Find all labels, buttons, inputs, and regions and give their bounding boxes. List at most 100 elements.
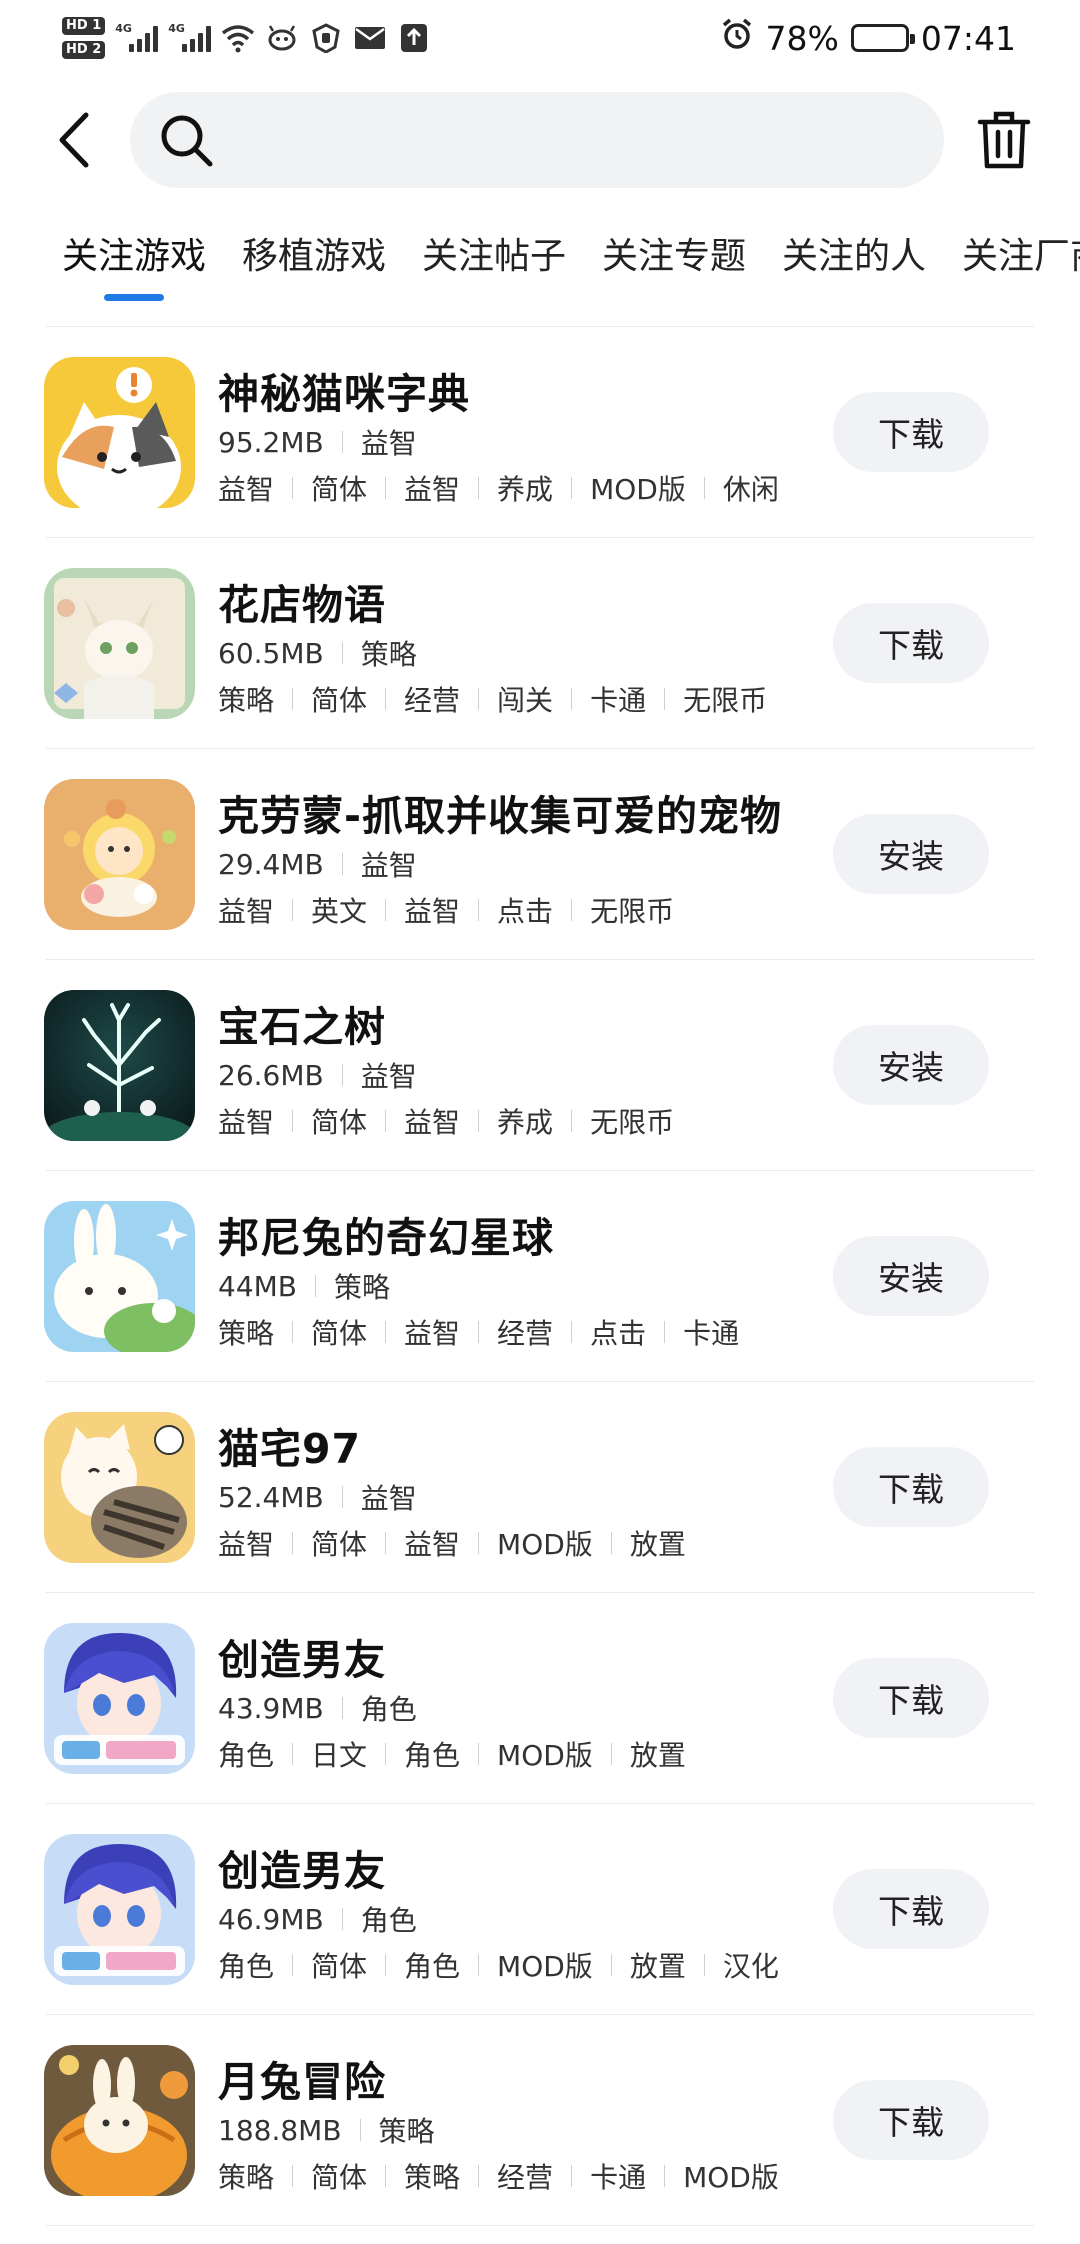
- game-row[interactable]: 花店物语 60.5MB 策略 策略 简体 经营 闯关 卡通 无限币 下载: [0, 537, 1080, 748]
- tag-separator: [385, 899, 387, 921]
- download-button[interactable]: 下载: [833, 1658, 989, 1738]
- shield-hand-icon: [309, 21, 343, 55]
- gem-tree-icon[interactable]: [44, 990, 195, 1141]
- download-button[interactable]: 下载: [833, 1447, 989, 1527]
- delete-button[interactable]: [972, 108, 1036, 172]
- flower-shop-icon[interactable]: [44, 568, 195, 719]
- game-tag: 简体: [311, 1950, 368, 1983]
- game-tag: 角色: [404, 1950, 461, 1983]
- tag-separator: [571, 1110, 573, 1132]
- game-tag: 益智: [404, 895, 461, 928]
- game-tag: 益智: [404, 1528, 461, 1561]
- game-tag: 策略: [218, 2161, 275, 2194]
- game-size: 43.9MB: [218, 1691, 324, 1725]
- game-tag: 放置: [629, 1528, 686, 1561]
- game-tag: 英文: [311, 895, 368, 928]
- create-boyfriend-icon[interactable]: [44, 1623, 195, 1774]
- game-tags: 策略 简体 策略 经营 卡通 MOD版: [218, 2156, 779, 2196]
- cat-dictionary-icon[interactable]: [44, 357, 195, 508]
- tab-followed-posts[interactable]: 关注帖子: [422, 226, 566, 296]
- download-button[interactable]: 下载: [833, 2080, 989, 2160]
- game-title[interactable]: 猫宅97: [218, 1415, 361, 1475]
- game-row[interactable]: 创造男友 46.9MB 角色 角色 简体 角色 MOD版 放置 汉化 下载: [0, 1803, 1080, 2014]
- tag-separator: [664, 688, 666, 710]
- search-icon: [161, 115, 213, 167]
- tag-separator: [703, 1954, 705, 1976]
- tag-separator: [385, 1110, 387, 1132]
- game-tag: MOD版: [683, 2161, 779, 2194]
- battery-percent: 78%: [765, 18, 839, 58]
- tag-separator: [478, 477, 480, 499]
- install-button[interactable]: 安装: [833, 1025, 989, 1105]
- tab-followed-people[interactable]: 关注的人: [782, 226, 926, 296]
- meta-separator: [341, 431, 343, 453]
- game-tag: 策略: [218, 1317, 275, 1350]
- tab-followed-games[interactable]: 关注游戏: [62, 226, 206, 296]
- tag-separator: [292, 477, 294, 499]
- game-row[interactable]: 邦尼兔的奇幻星球 44MB 策略 策略 简体 益智 经营 点击 卡通 安装: [0, 1170, 1080, 1381]
- game-title[interactable]: 花店物语: [218, 571, 386, 631]
- cat-house-icon[interactable]: [44, 1412, 195, 1563]
- tag-separator: [385, 477, 387, 499]
- meta-separator: [341, 1697, 343, 1719]
- tab-followed-vendors[interactable]: 关注厂商: [962, 226, 1080, 296]
- game-title[interactable]: 创造男友: [218, 1837, 386, 1897]
- game-title[interactable]: 宝石之树: [218, 993, 386, 1053]
- download-button[interactable]: 下载: [833, 392, 989, 472]
- game-title[interactable]: 克劳蒙-抓取并收集可爱的宠物: [218, 782, 782, 842]
- download-button[interactable]: 下载: [833, 603, 989, 683]
- game-tag: 卡通: [590, 2161, 647, 2194]
- game-category: 益智: [360, 427, 417, 460]
- game-category: 角色: [360, 1693, 417, 1726]
- game-size: 52.4MB: [218, 1480, 324, 1514]
- game-category: 益智: [360, 849, 417, 882]
- game-size: 60.5MB: [218, 636, 324, 670]
- game-tag: 汉化: [722, 1950, 779, 1983]
- game-tag: 点击: [497, 895, 554, 928]
- game-tag: 卡通: [590, 684, 647, 717]
- game-meta: 188.8MB 策略: [218, 2110, 435, 2150]
- tag-separator: [292, 1743, 294, 1765]
- game-title[interactable]: 邦尼兔的奇幻星球: [218, 1204, 554, 1264]
- game-tag: 角色: [218, 1950, 275, 1983]
- game-size: 44MB: [218, 1269, 297, 1303]
- game-row[interactable]: 创造男友 43.9MB 角色 角色 日文 角色 MOD版 放置 下载: [0, 1592, 1080, 1803]
- download-button[interactable]: 下载: [833, 1869, 989, 1949]
- tag-separator: [610, 1954, 612, 1976]
- game-row[interactable]: 宝石之树 26.6MB 益智 益智 简体 益智 养成 无限币 安装: [0, 959, 1080, 1170]
- tab-ported-games[interactable]: 移植游戏: [242, 226, 386, 296]
- header: [0, 88, 1080, 192]
- game-row[interactable]: 神秘猫咪字典 95.2MB 益智 益智 简体 益智 养成 MOD版 休闲 下载: [0, 326, 1080, 537]
- game-meta: 26.6MB 益智: [218, 1055, 417, 1095]
- install-button[interactable]: 安装: [833, 1236, 989, 1316]
- game-tag: 养成: [497, 1106, 554, 1139]
- game-title[interactable]: 创造男友: [218, 1626, 386, 1686]
- tag-separator: [571, 477, 573, 499]
- create-boyfriend-icon[interactable]: [44, 1834, 195, 1985]
- tag-separator: [385, 1954, 387, 1976]
- bunny-planet-icon[interactable]: [44, 1201, 195, 1352]
- game-tag: MOD版: [590, 473, 686, 506]
- game-row[interactable]: 克劳蒙-抓取并收集可爱的宠物 29.4MB 益智 益智 英文 益智 点击 无限币 安装: [0, 748, 1080, 959]
- install-button[interactable]: 安装: [833, 814, 989, 894]
- search-input[interactable]: [232, 92, 944, 188]
- game-title[interactable]: 月兔冒险: [218, 2048, 386, 2108]
- list-divider: [46, 2225, 1034, 2226]
- game-tags: 益智 简体 益智 MOD版 放置: [218, 1523, 686, 1563]
- game-row[interactable]: 月兔冒险 188.8MB 策略 策略 简体 策略 经营 卡通 MOD版 下载: [0, 2014, 1080, 2225]
- game-row[interactable]: 猫宅97 52.4MB 益智 益智 简体 益智 MOD版 放置 下载: [0, 1381, 1080, 1592]
- tab-followed-topics[interactable]: 关注专题: [602, 226, 746, 296]
- game-tag: 益智: [218, 473, 275, 506]
- mail-icon: [353, 21, 387, 55]
- moon-rabbit-icon[interactable]: [44, 2045, 195, 2196]
- tag-separator: [478, 1532, 480, 1554]
- game-tag: 无限币: [590, 1106, 675, 1139]
- tag-separator: [571, 2165, 573, 2187]
- tag-separator: [478, 1110, 480, 1132]
- back-button[interactable]: [44, 110, 104, 170]
- tag-separator: [478, 1954, 480, 1976]
- tag-separator: [292, 688, 294, 710]
- pet-collect-icon[interactable]: [44, 779, 195, 930]
- search-bar[interactable]: [130, 92, 944, 188]
- game-title[interactable]: 神秘猫咪字典: [218, 360, 470, 420]
